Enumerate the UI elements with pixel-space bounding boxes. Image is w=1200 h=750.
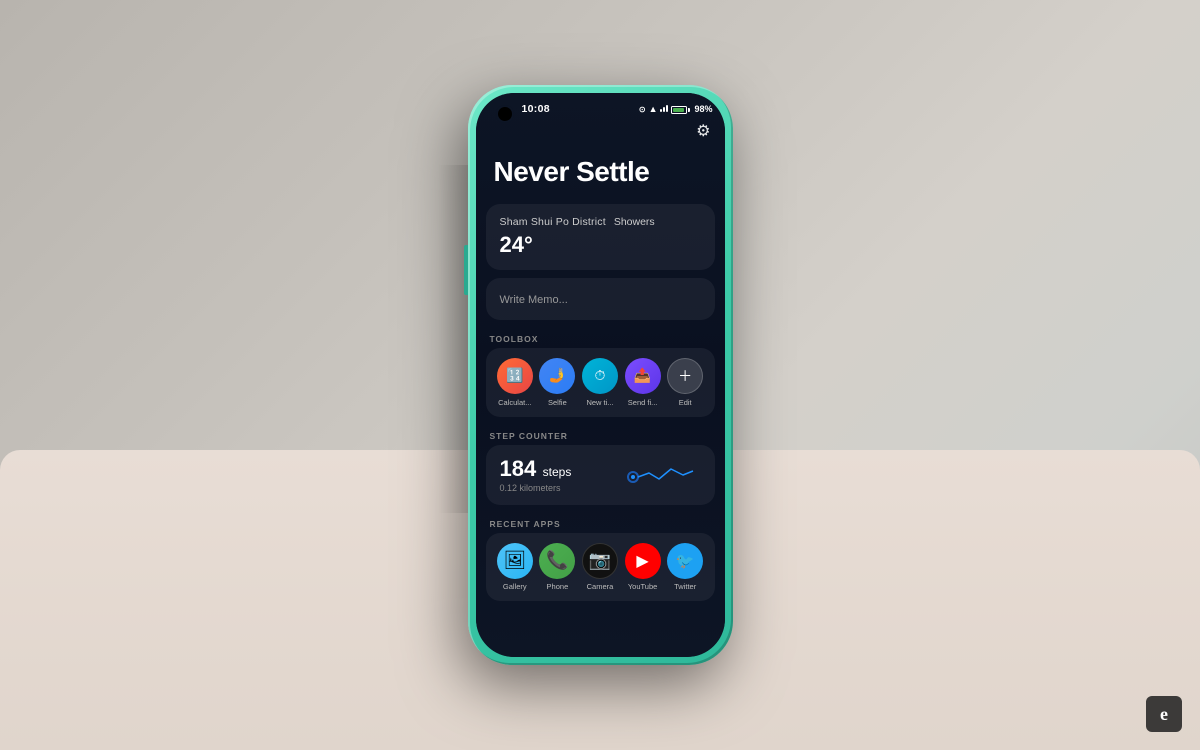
- app-send-file[interactable]: 📤 Send fi...: [625, 358, 661, 407]
- calculator-icon: 🔢: [497, 358, 533, 394]
- calculator-label: Calculat...: [498, 398, 531, 407]
- step-info: 184 steps 0.12 kilometers: [500, 456, 621, 493]
- step-counter-label: STEP COUNTER: [476, 425, 725, 445]
- recent-apps-row: 🖼 Gallery 📞 Phone: [494, 543, 707, 591]
- phone-wrapper: 10:08 ⊙ ▲: [468, 85, 733, 665]
- memo-widget[interactable]: Write Memo...: [486, 278, 715, 320]
- phone-icon: 📞: [539, 543, 575, 579]
- camera-icon: 📷: [582, 543, 618, 579]
- step-count: 184: [500, 456, 537, 481]
- app-twitter[interactable]: 🐦 Twitter: [667, 543, 703, 591]
- weather-location: Sham Shui Po District: [500, 216, 606, 228]
- wifi-icon: ▲: [649, 104, 658, 114]
- timer-label: New ti...: [586, 398, 613, 407]
- camera-label: Camera: [587, 582, 614, 591]
- screen-content: Never Settle Sham Shui Po District Showe…: [476, 147, 725, 657]
- toolbox-apps: 🔢 Calculat... 🤳 Selfie: [494, 358, 707, 407]
- status-icons: ⊙ ▲: [639, 104, 713, 114]
- edit-icon: ＋: [667, 358, 703, 394]
- step-unit: steps: [543, 465, 572, 479]
- send-file-label: Send fi...: [628, 398, 658, 407]
- location-icon: ⊙: [639, 105, 646, 114]
- weather-widget[interactable]: Sham Shui Po District Showers 24°: [486, 204, 715, 270]
- weather-condition: Showers: [614, 216, 655, 230]
- toolbox-widget: 🔢 Calculat... 🤳 Selfie: [486, 348, 715, 417]
- engadget-watermark: e: [1146, 696, 1182, 732]
- memo-placeholder[interactable]: Write Memo...: [500, 294, 568, 306]
- status-bar: 10:08 ⊙ ▲: [476, 93, 725, 119]
- send-file-icon: 📤: [625, 358, 661, 394]
- twitter-label: Twitter: [674, 582, 696, 591]
- phone-label: Phone: [547, 582, 569, 591]
- app-phone[interactable]: 📞 Phone: [539, 543, 575, 591]
- phone-shell: 10:08 ⊙ ▲: [468, 85, 733, 665]
- recent-apps-label: RECENT APPS: [476, 513, 725, 533]
- timer-icon: ⏱: [582, 358, 618, 394]
- step-chart: [621, 455, 701, 495]
- battery-percent: 98%: [694, 104, 712, 114]
- app-selfie[interactable]: 🤳 Selfie: [539, 358, 575, 407]
- weather-temperature: 24°: [500, 232, 701, 258]
- youtube-label: YouTube: [628, 582, 657, 591]
- app-calculator[interactable]: 🔢 Calculat...: [497, 358, 533, 407]
- phone-inner: 10:08 ⊙ ▲: [476, 93, 725, 657]
- app-camera[interactable]: 📷 Camera: [582, 543, 618, 591]
- gallery-icon: 🖼: [497, 543, 533, 579]
- app-timer[interactable]: ⏱ New ti...: [582, 358, 618, 407]
- edit-label: Edit: [679, 398, 692, 407]
- status-time: 10:08: [522, 103, 550, 115]
- gallery-label: Gallery: [503, 582, 527, 591]
- step-distance: 0.12 kilometers: [500, 483, 621, 493]
- selfie-icon: 🤳: [539, 358, 575, 394]
- toolbox-label: TOOLBOX: [476, 328, 725, 348]
- recent-apps-widget: 🖼 Gallery 📞 Phone: [486, 533, 715, 601]
- app-youtube[interactable]: ▶ YouTube: [625, 543, 661, 591]
- youtube-icon: ▶: [625, 543, 661, 579]
- step-counter-widget[interactable]: 184 steps 0.12 kilometers: [486, 445, 715, 505]
- twitter-icon: 🐦: [667, 543, 703, 579]
- app-edit[interactable]: ＋ Edit: [667, 358, 703, 407]
- signal-icon: [660, 104, 668, 114]
- punch-hole-camera: [498, 107, 512, 121]
- phone-screen: 10:08 ⊙ ▲: [476, 93, 725, 657]
- battery-icon: [671, 105, 690, 114]
- settings-icon[interactable]: ⚙: [696, 121, 710, 141]
- volume-button[interactable]: [464, 245, 468, 295]
- settings-icon-row: ⚙: [476, 119, 725, 147]
- tagline-heading: Never Settle: [476, 147, 725, 204]
- app-gallery[interactable]: 🖼 Gallery: [497, 543, 533, 591]
- selfie-label: Selfie: [548, 398, 567, 407]
